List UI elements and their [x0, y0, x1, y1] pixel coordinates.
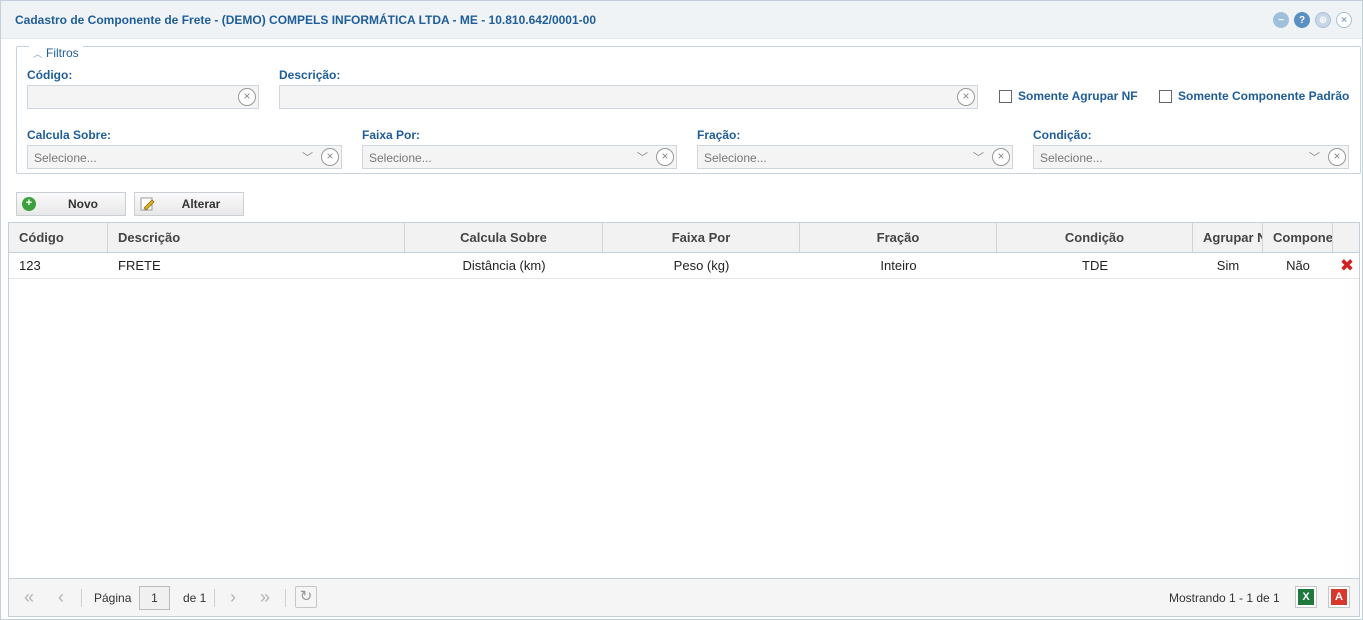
minimize-icon[interactable]: − — [1273, 12, 1289, 28]
somente-componente-padrao-label: Somente Componente Padrão — [1178, 89, 1350, 103]
column-header-faixa-por[interactable]: Faixa Por — [603, 223, 800, 253]
cell-faixa-por: Peso (kg) — [673, 258, 730, 273]
page-count-label: de 1 — [183, 591, 207, 605]
condicao-select[interactable]: Selecione... ﹀ × — [1033, 145, 1349, 169]
somente-agrupar-nf-checkbox[interactable]: Somente Agrupar NF — [999, 89, 1138, 103]
fracao-select[interactable]: Selecione... ﹀ × — [697, 145, 1013, 169]
last-page-icon[interactable]: » — [253, 587, 277, 609]
delete-icon[interactable]: ✖ — [1339, 257, 1355, 274]
fracao-label: Fração: — [697, 128, 741, 142]
clear-icon[interactable]: × — [656, 148, 674, 166]
refresh-icon[interactable]: ↻ — [295, 586, 317, 608]
close-icon[interactable]: × — [1336, 12, 1352, 28]
alterar-button-label: Alterar — [181, 197, 221, 211]
window-title: Cadastro de Componente de Frete - (DEMO)… — [15, 13, 596, 27]
codigo-label: Código: — [27, 68, 73, 82]
data-grid: Código Descrição Calcula Sobre Faixa Por… — [8, 222, 1360, 617]
novo-button[interactable]: + Novo — [16, 192, 126, 216]
somente-agrupar-nf-label: Somente Agrupar NF — [1018, 89, 1138, 103]
clear-icon[interactable]: × — [321, 148, 339, 166]
showing-records-text: Mostrando 1 - 1 de 1 — [1169, 591, 1280, 605]
title-bar: Cadastro de Componente de Frete - (DEMO)… — [1, 1, 1362, 39]
condicao-label: Condição: — [1033, 128, 1092, 142]
filters-legend[interactable]: ︿ Filtros — [29, 46, 83, 60]
export-pdf-button[interactable]: A — [1328, 586, 1350, 608]
clear-icon[interactable]: × — [238, 88, 256, 106]
next-page-icon[interactable]: › — [221, 587, 245, 609]
select-placeholder: Selecione... — [704, 151, 767, 165]
separator — [285, 589, 286, 607]
edit-pencil-icon — [135, 196, 159, 212]
cell-codigo: 123 — [19, 258, 41, 273]
cell-descricao: FRETE — [118, 258, 161, 273]
descricao-input[interactable]: × — [279, 85, 978, 109]
pdf-icon: A — [1331, 589, 1347, 605]
checkbox-box[interactable] — [1159, 89, 1172, 103]
codigo-input[interactable]: × — [27, 85, 259, 109]
column-header-codigo[interactable]: Código — [9, 223, 108, 253]
page-label: Página — [94, 591, 132, 605]
maximize-icon[interactable]: ⊕ — [1315, 12, 1331, 28]
page-number-input[interactable]: 1 — [139, 586, 170, 610]
clear-icon[interactable]: × — [957, 88, 975, 106]
chevron-down-icon[interactable]: ﹀ — [973, 149, 984, 165]
chevron-down-icon[interactable]: ﹀ — [637, 149, 648, 165]
window: Cadastro de Componente de Frete - (DEMO)… — [0, 0, 1363, 620]
faixa-por-label: Faixa Por: — [362, 128, 421, 142]
column-header-calcula-sobre[interactable]: Calcula Sobre — [405, 223, 603, 253]
column-header-componente-padrao[interactable]: Compone — [1263, 223, 1333, 253]
clear-icon[interactable]: × — [1328, 148, 1346, 166]
cell-calcula-sobre: Distância (km) — [462, 258, 546, 273]
descricao-label: Descrição: — [279, 68, 341, 82]
separator — [214, 589, 215, 607]
checkbox-box[interactable] — [999, 89, 1012, 103]
cell-fracao: Inteiro — [880, 258, 917, 273]
select-placeholder: Selecione... — [34, 151, 97, 165]
window-controls: − ? ⊕ × — [1273, 12, 1352, 28]
column-header-agrupar-nf[interactable]: Agrupar N — [1193, 223, 1263, 253]
calcula-sobre-label: Calcula Sobre: — [27, 128, 112, 142]
cell-condicao: TDE — [1082, 258, 1108, 273]
export-excel-button[interactable]: X — [1295, 586, 1317, 608]
filters-legend-label: Filtros — [46, 46, 79, 60]
help-icon[interactable]: ? — [1294, 12, 1310, 28]
clear-icon[interactable]: × — [992, 148, 1010, 166]
column-header-fracao[interactable]: Fração — [800, 223, 997, 253]
select-placeholder: Selecione... — [369, 151, 432, 165]
calcula-sobre-select[interactable]: Selecione... ﹀ × — [27, 145, 342, 169]
chevron-down-icon[interactable]: ﹀ — [1309, 149, 1320, 165]
table-row[interactable]: 123 FRETE Distância (km) Peso (kg) Intei… — [9, 253, 1359, 279]
first-page-icon[interactable]: « — [17, 587, 41, 609]
faixa-por-select[interactable]: Selecione... ﹀ × — [362, 145, 677, 169]
somente-componente-padrao-checkbox[interactable]: Somente Componente Padrão — [1159, 89, 1349, 103]
cell-componente-padrao: Não — [1286, 258, 1310, 273]
novo-button-label: Novo — [68, 197, 98, 211]
pagination-bar: « ‹ Página 1 de 1 › » ↻ Mostrando 1 - 1 … — [9, 578, 1359, 616]
add-icon: + — [22, 197, 36, 211]
chevron-down-icon[interactable]: ﹀ — [302, 149, 313, 165]
grid-header: Código Descrição Calcula Sobre Faixa Por… — [9, 223, 1359, 253]
column-header-descricao[interactable]: Descrição — [108, 223, 405, 253]
select-placeholder: Selecione... — [1040, 151, 1103, 165]
separator — [81, 589, 82, 607]
previous-page-icon[interactable]: ‹ — [49, 587, 73, 609]
cell-agrupar-nf: Sim — [1216, 258, 1240, 273]
excel-icon: X — [1298, 589, 1314, 605]
collapse-chevron-icon[interactable]: ︿ — [33, 47, 42, 60]
column-header-condicao[interactable]: Condição — [997, 223, 1193, 253]
alterar-button[interactable]: Alterar — [134, 192, 244, 216]
